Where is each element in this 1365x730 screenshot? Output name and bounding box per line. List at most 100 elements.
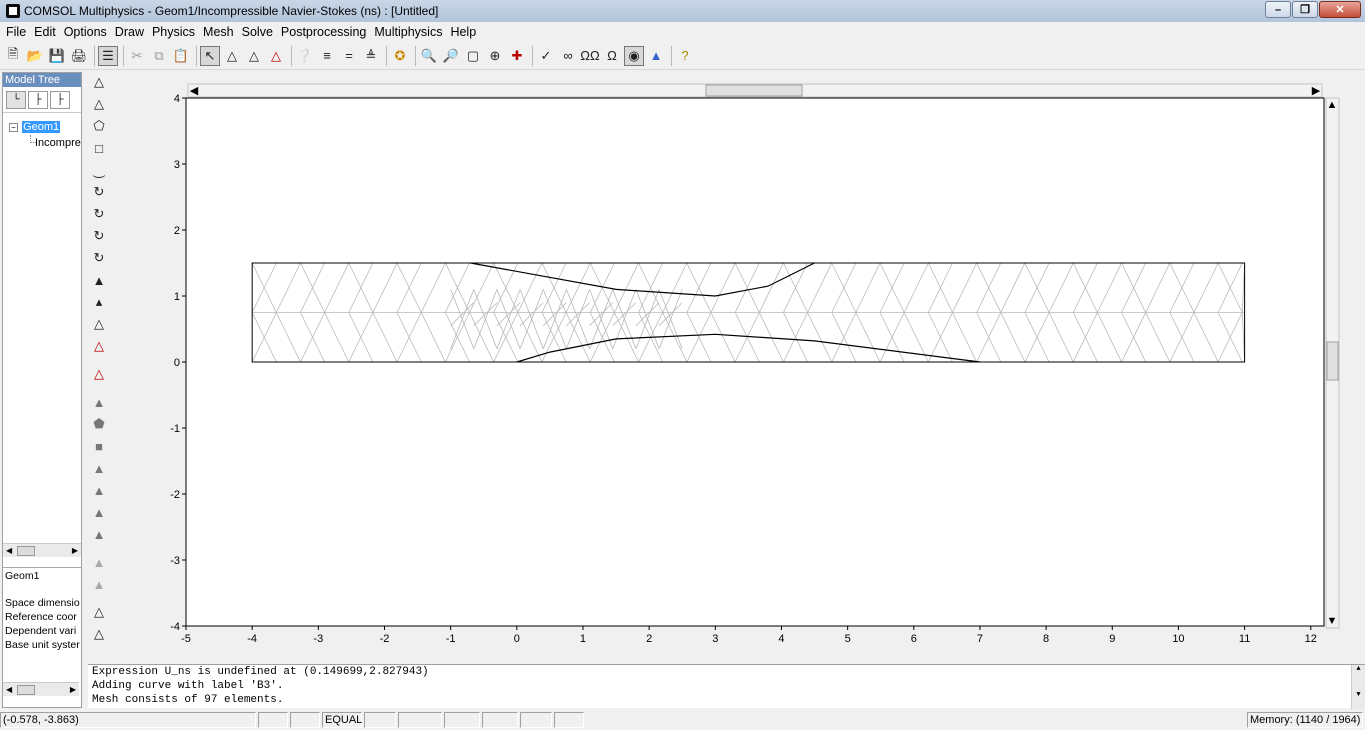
- rectangle-icon[interactable]: □: [89, 138, 109, 158]
- paste-icon[interactable]: 📋: [171, 46, 191, 66]
- open-folder-icon[interactable]: 📂: [25, 46, 45, 66]
- rotate-point-icon[interactable]: ↻: [89, 204, 109, 224]
- model-tree-toggle-icon[interactable]: ☰: [98, 45, 118, 66]
- physics-view-icon[interactable]: ├: [50, 90, 70, 109]
- solid-triangle-icon[interactable]: ▲: [89, 392, 109, 412]
- menu-postprocessing[interactable]: Postprocessing: [277, 25, 370, 39]
- equal-settings-icon[interactable]: =: [339, 46, 359, 66]
- status-cell-coord[interactable]: [364, 712, 396, 728]
- properties-horizontal-scrollbar[interactable]: ◀ ▶: [3, 682, 79, 696]
- tree-view-tabs: └ ├ ├: [3, 87, 81, 113]
- solid-cone-icon[interactable]: ▲: [89, 480, 109, 500]
- solve-icon[interactable]: ✪: [390, 46, 410, 66]
- model-tree-view-icon[interactable]: └: [6, 90, 26, 109]
- grid-icon[interactable]: ◉: [624, 45, 644, 66]
- line-icon[interactable]: ⏝: [89, 160, 109, 180]
- solid-dome-icon[interactable]: ▲: [89, 458, 109, 478]
- draw-mode-icon[interactable]: △: [222, 46, 242, 66]
- menu-help[interactable]: Help: [446, 25, 480, 39]
- scroll-left-icon[interactable]: ◀: [6, 685, 12, 694]
- solid-coerce-icon[interactable]: ▲: [89, 574, 109, 594]
- delete-mesh-icon[interactable]: △: [89, 336, 109, 356]
- solid-cluster-icon[interactable]: ▲: [89, 502, 109, 522]
- scale-icon[interactable]: ΩΩ: [580, 46, 600, 66]
- point-settings-icon[interactable]: ≜: [361, 46, 381, 66]
- minimize-button[interactable]: –: [1265, 1, 1291, 18]
- solid-split-icon[interactable]: ▲: [89, 552, 109, 572]
- omega-icon[interactable]: Ω: [602, 46, 622, 66]
- new-file-icon[interactable]: 🗎: [3, 46, 23, 66]
- mesh-plot[interactable]: -5 -4 -3 -2 -1 0 1 2 3 4 5 6 7 8 9 10 11 1243210-1-2-3-4 …: [150, 80, 1345, 660]
- draw-mode-icon[interactable]: △: [89, 72, 109, 92]
- tree-horizontal-scrollbar[interactable]: ◀ ▶: [3, 543, 81, 557]
- scroll-thumb[interactable]: [17, 546, 35, 556]
- tree-node-navier-stokes[interactable]: Incompre: [3, 135, 81, 151]
- scroll-left-icon[interactable]: ◀: [6, 546, 12, 555]
- menu-multiphysics[interactable]: Multiphysics: [370, 25, 446, 39]
- pan-icon[interactable]: ✚: [507, 46, 527, 66]
- color-map-icon[interactable]: ▲: [646, 46, 666, 66]
- menu-solve[interactable]: Solve: [238, 25, 277, 39]
- close-button[interactable]: ✕: [1319, 1, 1361, 18]
- animate-icon[interactable]: ∞: [558, 46, 578, 66]
- solid-polygon-icon[interactable]: ⬟: [89, 414, 109, 434]
- status-cell-solid[interactable]: [398, 712, 442, 728]
- log-scrollbar[interactable]: ▲ ▼: [1351, 665, 1365, 709]
- plot-horizontal-scrollbar[interactable]: ◀ ▶: [187, 83, 1323, 98]
- tree-node-geom1[interactable]: − Geom1: [3, 119, 81, 135]
- status-cell-mode[interactable]: [482, 712, 518, 728]
- mirror-geometry-icon[interactable]: △: [89, 624, 109, 644]
- scale-geometry-icon[interactable]: △: [89, 602, 109, 622]
- select-pointer-icon[interactable]: ↖: [200, 45, 220, 66]
- sweep-icon[interactable]: ▴: [89, 292, 109, 312]
- plot-parameters-icon[interactable]: ✓: [536, 46, 556, 66]
- rotate-subdomain-icon[interactable]: ↻: [89, 248, 109, 268]
- save-icon[interactable]: 💾: [47, 46, 67, 66]
- point-mode-icon[interactable]: △: [244, 46, 264, 66]
- status-cell-extra[interactable]: [554, 712, 584, 728]
- status-cell-axis[interactable]: [444, 712, 480, 728]
- plot-vertical-scrollbar[interactable]: ▲▼: [1325, 97, 1340, 629]
- status-cell-grid[interactable]: [290, 712, 320, 728]
- menu-edit[interactable]: Edit: [30, 25, 60, 39]
- menu-options[interactable]: Options: [60, 25, 111, 39]
- rotate-edge-icon[interactable]: ↻: [89, 226, 109, 246]
- scroll-right-icon[interactable]: ▶: [72, 546, 78, 555]
- polygon-icon[interactable]: ⬠: [89, 116, 109, 136]
- help-icon[interactable]: ?: [675, 46, 695, 66]
- scroll-right-icon[interactable]: ▶: [70, 685, 76, 694]
- status-cell-light[interactable]: [520, 712, 552, 728]
- status-equal-toggle[interactable]: EQUAL: [322, 712, 362, 728]
- main-toolbar: 🗎 📂 💾 🖨 ☰ ✂ ⧉ 📋 ↖ △ △ △ ❔ ≡ = ≜ ✪ 🔍 🔎 ▢ …: [0, 42, 1365, 70]
- physics-settings-icon[interactable]: ❔: [295, 46, 315, 66]
- scroll-thumb[interactable]: [17, 685, 35, 695]
- detail-view-icon[interactable]: ├: [28, 90, 48, 109]
- extrude-icon[interactable]: ▲: [89, 270, 109, 290]
- solid-square-icon[interactable]: ■: [89, 436, 109, 456]
- zoom-in-icon[interactable]: 🔍: [419, 46, 439, 66]
- rotate-icon[interactable]: ↻: [89, 182, 109, 202]
- solid-union-icon[interactable]: ▲: [89, 524, 109, 544]
- status-cell-snap[interactable]: [258, 712, 288, 728]
- refine-mesh-icon[interactable]: △: [89, 364, 109, 384]
- mesh-icon[interactable]: △: [89, 314, 109, 334]
- zoom-out-icon[interactable]: 🔎: [441, 46, 461, 66]
- subdomain-mode-icon[interactable]: △: [266, 46, 286, 66]
- collapse-icon[interactable]: −: [9, 122, 18, 132]
- zoom-extents-icon[interactable]: ⊕: [485, 46, 505, 66]
- geometry-plot-area[interactable]: -5 -4 -3 -2 -1 0 1 2 3 4 5 6 7 8 9 10 11 12 4 3 2 1 0 -1 -2 -3 -4 …: [150, 80, 1345, 660]
- x-tick-label: -3: [313, 633, 323, 645]
- boundary-settings-icon[interactable]: ≡: [317, 46, 337, 66]
- menu-draw[interactable]: Draw: [111, 25, 148, 39]
- zoom-window-icon[interactable]: ▢: [463, 46, 483, 66]
- scroll-up-icon[interactable]: ▲: [1352, 665, 1365, 673]
- maximize-button[interactable]: ❐: [1292, 1, 1318, 18]
- print-icon[interactable]: 🖨: [69, 46, 89, 66]
- triangle-icon[interactable]: △: [89, 94, 109, 114]
- menu-file[interactable]: File: [2, 25, 30, 39]
- menu-mesh[interactable]: Mesh: [199, 25, 238, 39]
- copy-icon[interactable]: ⧉: [149, 46, 169, 66]
- menu-physics[interactable]: Physics: [148, 25, 199, 39]
- cut-icon[interactable]: ✂: [127, 46, 147, 66]
- scroll-down-icon[interactable]: ▼: [1352, 691, 1365, 699]
